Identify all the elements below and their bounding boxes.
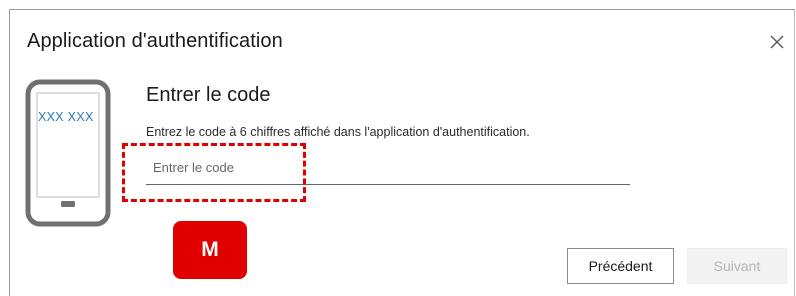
- next-button[interactable]: Suivant: [687, 248, 787, 284]
- back-button[interactable]: Précédent: [567, 248, 674, 284]
- close-icon[interactable]: [768, 33, 786, 51]
- code-input[interactable]: [146, 151, 630, 185]
- phone-code-text: XXX XXX: [38, 110, 94, 124]
- section-heading: Entrer le code: [146, 84, 271, 106]
- annotation-marker: M: [173, 221, 247, 279]
- dialog-title: Application d'authentification: [27, 30, 283, 52]
- instruction-text: Entrez le code à 6 chiffres affiché dans…: [146, 125, 530, 139]
- smartphone-icon: [25, 79, 111, 227]
